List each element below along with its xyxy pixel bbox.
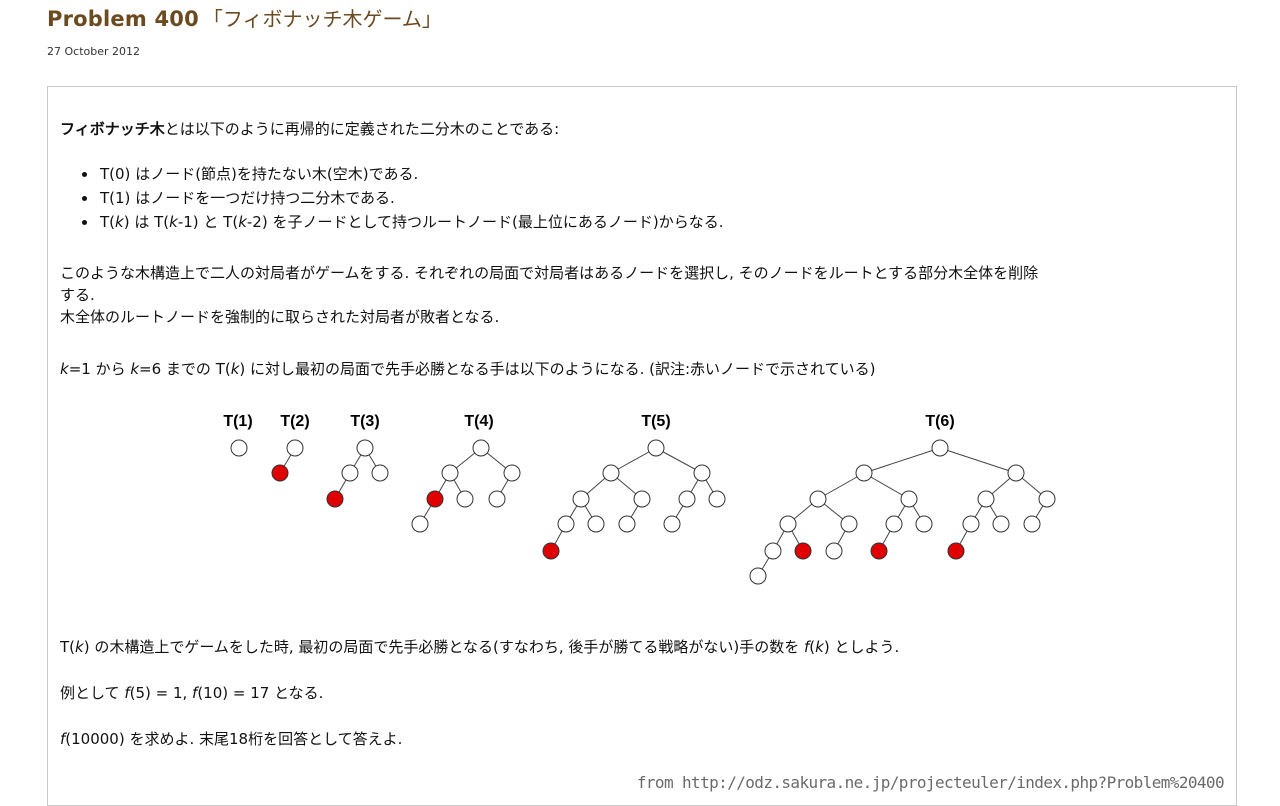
tree-node <box>900 490 918 508</box>
tree-edge <box>939 447 1017 474</box>
tree-node <box>602 464 620 482</box>
tree-label: T(2) <box>280 413 309 430</box>
tree-node <box>885 515 903 533</box>
tree-node <box>992 515 1010 533</box>
winning-node <box>542 542 560 560</box>
winning-node <box>326 490 344 508</box>
game-line-2: する. <box>60 286 95 304</box>
tree-node <box>708 490 726 508</box>
problem-name: 「フィボナッチ木ゲーム」 <box>202 7 442 31</box>
tree-node <box>411 515 429 533</box>
problem-number: Problem 400 <box>47 7 199 31</box>
tree-node <box>286 439 304 457</box>
trees-svg: T(1) T(2) T(3) T(4) T(5) T(6) <box>223 413 1056 585</box>
tree-node <box>931 439 949 457</box>
tree-node <box>779 515 797 533</box>
tree-node <box>749 567 767 585</box>
tree-node <box>855 464 873 482</box>
winning-node <box>870 542 888 560</box>
winning-node <box>794 542 812 560</box>
tree-node <box>633 490 651 508</box>
tree-node <box>472 439 490 457</box>
fibonacci-trees-figure: T(1) T(2) T(3) T(4) T(5) T(6) <box>215 406 1075 600</box>
tree-node <box>825 542 843 560</box>
tree-node <box>356 439 374 457</box>
tree-node <box>371 464 389 482</box>
list-item: T(k) は T(k-1) と T(k-2) を子ノードとして持つルートノード(… <box>98 210 723 234</box>
tree-edge <box>863 447 941 474</box>
winning-node <box>426 490 444 508</box>
tree-node <box>488 490 506 508</box>
tree-node <box>587 515 605 533</box>
tree-node <box>764 542 782 560</box>
game-line-3: 木全体のルートノードを強制的に取らされた対局者が敗者となる. <box>60 308 500 326</box>
tree-node <box>977 490 995 508</box>
tree-node <box>572 490 590 508</box>
tree-node <box>693 464 711 482</box>
example-intro: k=1 から k=6 までの T(k) に対し最初の局面で先手必勝となる手は以下… <box>60 360 876 378</box>
intro-paragraph: フィボナッチ木とは以下のように再帰的に定義された二分木のことである: <box>60 118 559 140</box>
tree-node <box>618 515 636 533</box>
winning-node <box>947 542 965 560</box>
tree-node <box>1007 464 1025 482</box>
tree-node <box>647 439 665 457</box>
tree-node <box>503 464 521 482</box>
tree-node <box>456 490 474 508</box>
tree-node <box>341 464 359 482</box>
tree-node <box>1038 490 1056 508</box>
tree-node <box>915 515 933 533</box>
tree-node <box>557 515 575 533</box>
tree-node <box>962 515 980 533</box>
list-item: T(1) はノードを一つだけ持つ二分木である. <box>98 186 723 210</box>
source-url: from http://odz.sakura.ne.jp/projecteule… <box>636 773 1225 792</box>
winning-node <box>271 464 289 482</box>
tree-label: T(6) <box>925 413 954 430</box>
intro-term: フィボナッチ木 <box>60 120 165 138</box>
tree-node <box>840 515 858 533</box>
tree-node <box>230 439 248 457</box>
tree-label: T(1) <box>223 413 252 430</box>
tree-label: T(5) <box>641 413 670 430</box>
tree-node <box>809 490 827 508</box>
intro-text: とは以下のように再帰的に定義された二分木のことである: <box>164 120 560 138</box>
tree-node <box>441 464 459 482</box>
rules-list: T(0) はノード(節点)を持たない木(空木)である. T(1) はノードを一つ… <box>76 162 723 234</box>
page-title: Problem 400 「フィボナッチ木ゲーム」 <box>47 3 442 32</box>
task-paragraph: f(10000) を求めよ. 末尾18桁を回答として答えよ. <box>60 730 403 748</box>
tree-node <box>663 515 681 533</box>
definition-paragraph: T(k) の木構造上でゲームをした時, 最初の局面で先手必勝となる(すなわち, … <box>60 638 900 656</box>
example-values: 例として f(5) = 1, f(10) = 17 となる. <box>60 684 324 702</box>
tree-label: T(3) <box>350 413 379 430</box>
post-date: 27 October 2012 <box>47 45 141 58</box>
game-line-1: このような木構造上で二人の対局者がゲームをする. それぞれの局面で対局者はあるノ… <box>60 264 1039 282</box>
tree-node <box>678 490 696 508</box>
list-item: T(0) はノード(節点)を持たない木(空木)である. <box>98 162 723 186</box>
tree-label: T(4) <box>464 413 493 430</box>
game-paragraph: このような木構造上で二人の対局者がゲームをする. それぞれの局面で対局者はあるノ… <box>60 262 1038 328</box>
tree-node <box>1023 515 1041 533</box>
